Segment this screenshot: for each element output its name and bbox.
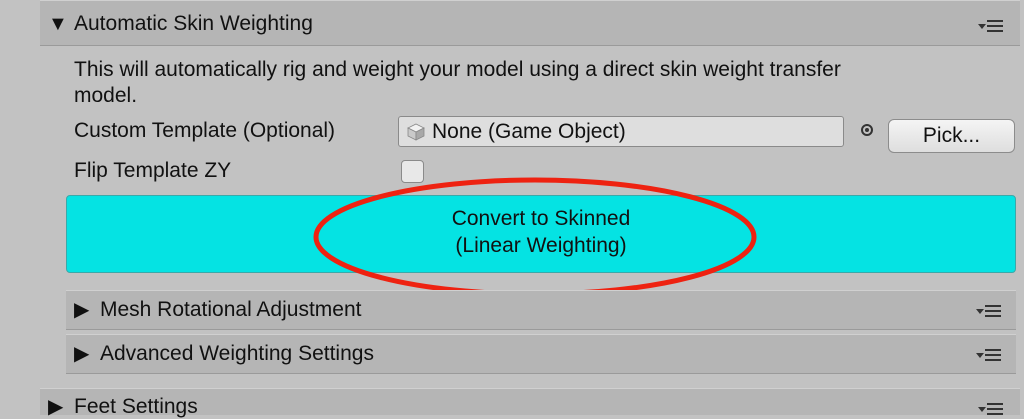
flip-template-checkbox[interactable] <box>401 160 424 183</box>
flip-template-label: Flip Template ZY <box>74 159 232 182</box>
description-line-1: This will automatically rig and weight y… <box>74 58 841 81</box>
foldout-mesh-rotational-adjustment[interactable]: ▶ Mesh Rotational Adjustment <box>66 290 1016 330</box>
dropdown-menu-icon[interactable] <box>978 20 1004 34</box>
foldout-arrow-collapsed-icon: ▶ <box>74 299 90 321</box>
foldout-arrow-expanded-icon: ▼ <box>48 13 68 35</box>
dropdown-menu-icon[interactable] <box>976 305 1002 319</box>
description-line-2: model. <box>74 84 138 107</box>
custom-template-label: Custom Template (Optional) <box>74 119 336 142</box>
foldout-title: Feet Settings <box>74 395 198 418</box>
foldout-title: Advanced Weighting Settings <box>100 342 374 365</box>
foldout-arrow-collapsed-icon: ▶ <box>74 343 90 365</box>
foldout-title: Mesh Rotational Adjustment <box>100 298 362 321</box>
foldout-title: Automatic Skin Weighting <box>74 12 313 35</box>
convert-button-label-1: Convert to Skinned <box>451 207 631 230</box>
cube-icon <box>407 123 425 141</box>
target-icon[interactable] <box>861 124 873 136</box>
convert-button-label-2: (Linear Weighting) <box>455 234 627 257</box>
foldout-advanced-weighting-settings[interactable]: ▶ Advanced Weighting Settings <box>66 334 1016 374</box>
foldout-arrow-collapsed-icon: ▶ <box>48 396 64 418</box>
custom-template-value: None (Game Object) <box>432 120 626 143</box>
custom-template-object-field[interactable]: None (Game Object) <box>398 116 844 147</box>
pick-button[interactable]: Pick... <box>888 119 1015 153</box>
foldout-automatic-skin-weighting[interactable]: ▼ Automatic Skin Weighting <box>40 0 1020 46</box>
convert-to-skinned-button[interactable]: Convert to Skinned (Linear Weighting) <box>66 195 1016 273</box>
dropdown-menu-icon[interactable] <box>976 349 1002 363</box>
foldout-feet-settings[interactable]: ▶ Feet Settings <box>40 388 1020 418</box>
